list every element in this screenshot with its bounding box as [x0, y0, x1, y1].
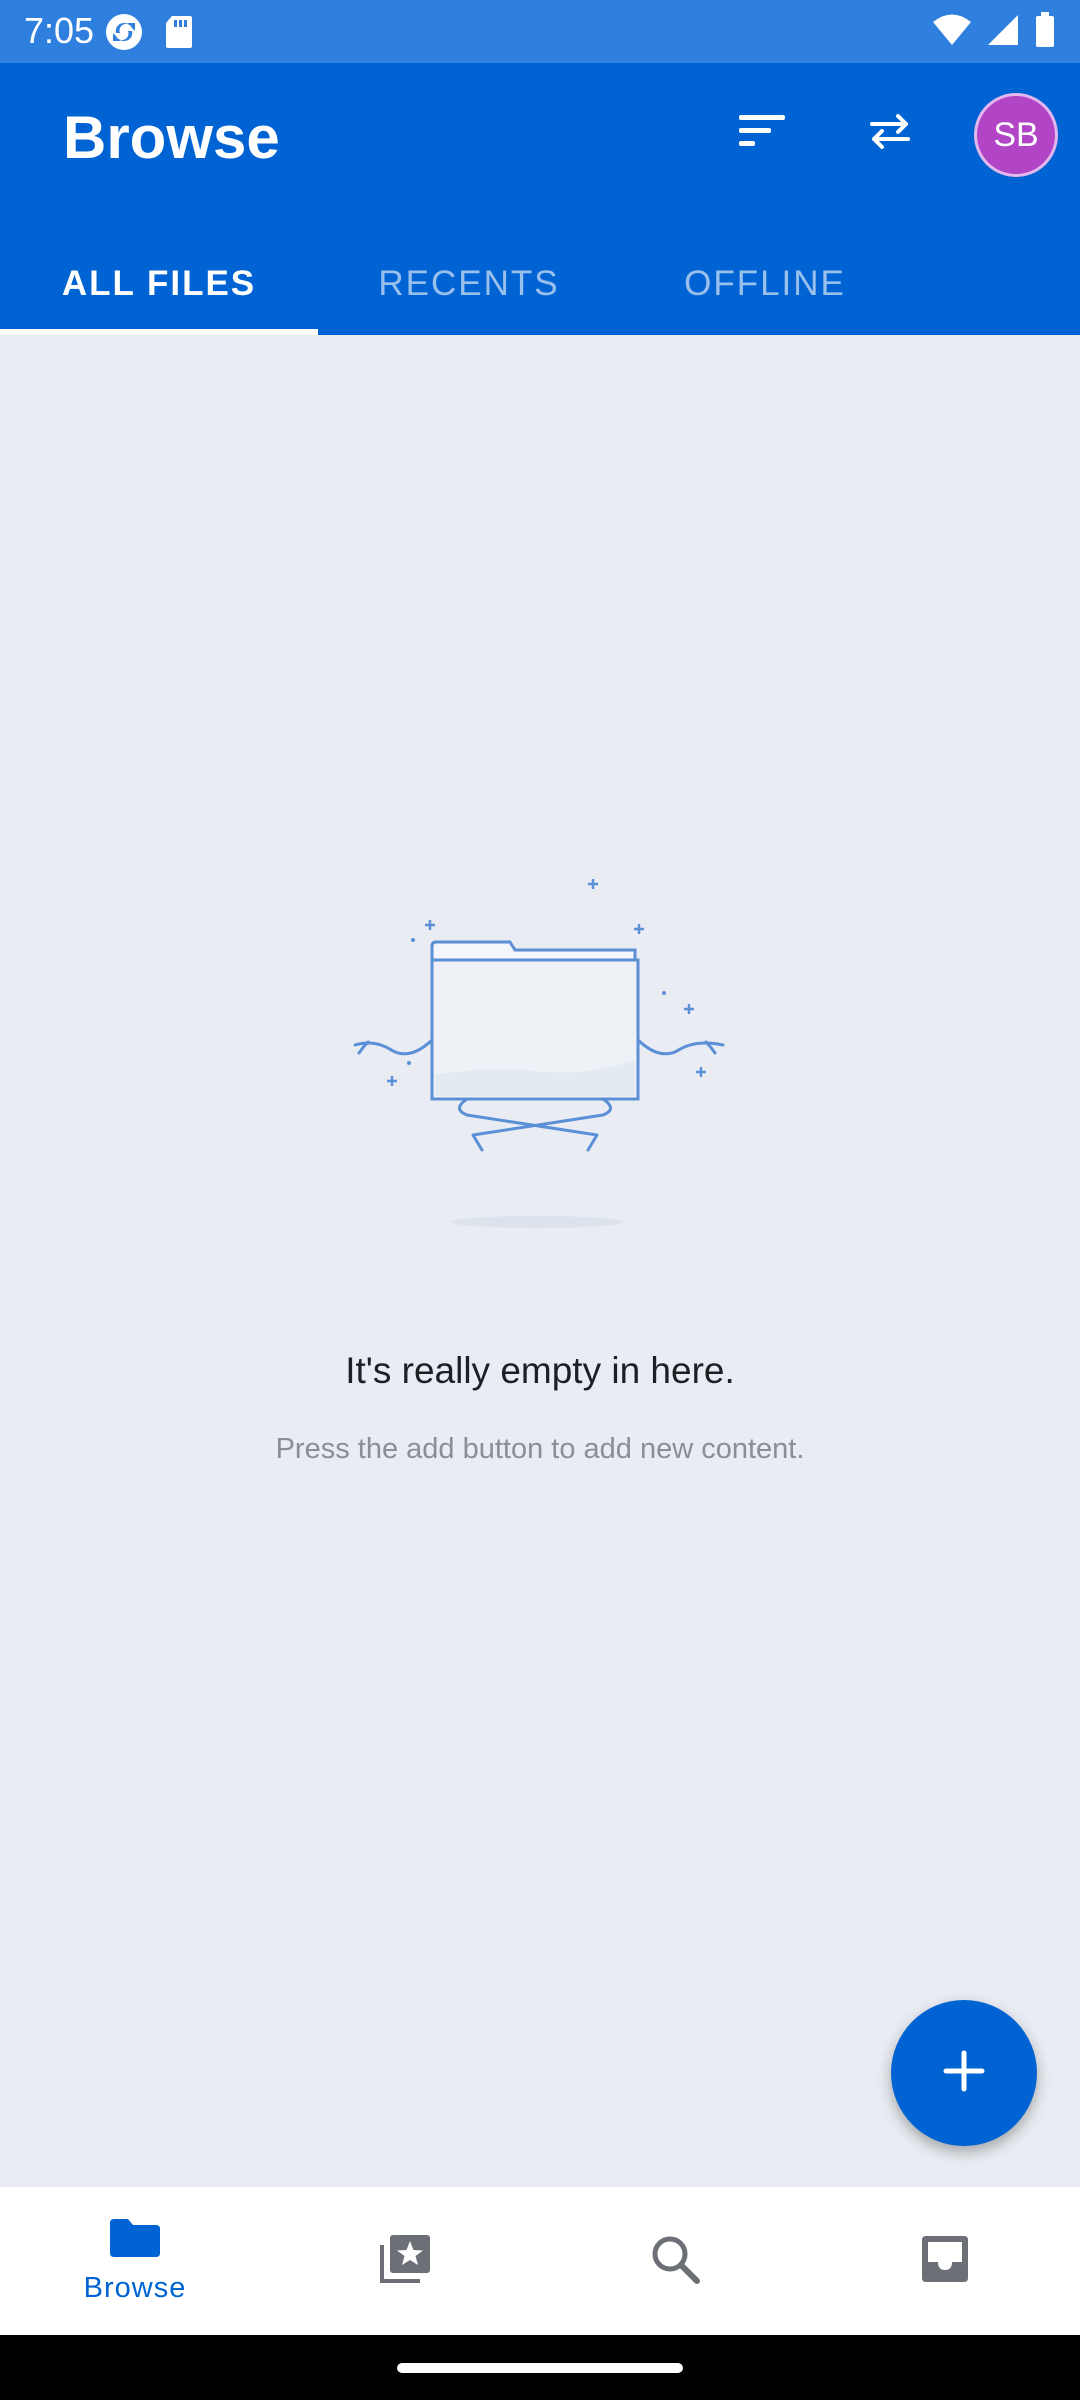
nav-inbox[interactable] — [810, 2187, 1080, 2335]
status-app-icons — [104, 12, 194, 57]
cellular-signal-icon — [986, 13, 1020, 52]
empty-state-title: It's really empty in here. — [345, 1350, 735, 1391]
tab-bar: ALL FILES RECENTS OFFLINE — [0, 233, 1080, 335]
sync-app-icon — [104, 12, 144, 57]
empty-folder-illustration — [345, 875, 735, 1255]
system-navigation-area — [0, 2335, 1080, 2400]
swap-arrows-icon — [868, 111, 912, 156]
battery-icon — [1034, 12, 1056, 53]
sort-icon — [737, 111, 789, 156]
tab-offline[interactable]: OFFLINE — [620, 233, 910, 335]
sort-button[interactable] — [723, 93, 803, 173]
file-list-area: It's really empty in here. Press the add… — [0, 335, 1080, 2187]
nav-photos[interactable] — [270, 2187, 540, 2335]
status-bar: 7:05 — [0, 0, 1080, 63]
transfers-button[interactable] — [850, 93, 930, 173]
status-time: 7:05 — [24, 10, 95, 51]
inbox-icon — [918, 2232, 972, 2291]
empty-state-subtitle: Press the add button to add new content. — [275, 1433, 805, 1465]
app-bar: Browse SB ALL FILES RECENTS OFFLINE — [0, 63, 1080, 335]
nav-search[interactable] — [540, 2187, 810, 2335]
home-gesture-bar[interactable] — [397, 2363, 683, 2373]
bottom-navigation: Browse — [0, 2187, 1080, 2335]
avatar[interactable]: SB — [974, 93, 1058, 177]
tab-all-files[interactable]: ALL FILES — [0, 233, 318, 335]
nav-browse[interactable]: Browse — [0, 2187, 270, 2335]
wifi-icon — [932, 13, 972, 52]
status-indicators — [932, 12, 1056, 53]
folder-icon — [108, 2217, 162, 2264]
tab-recents[interactable]: RECENTS — [318, 233, 620, 335]
plus-icon — [942, 2049, 986, 2098]
add-button[interactable] — [891, 2000, 1037, 2146]
sd-card-icon — [164, 14, 194, 55]
page-title: Browse — [63, 104, 280, 171]
nav-browse-label: Browse — [83, 2272, 187, 2304]
starred-photos-icon — [376, 2231, 434, 2292]
search-icon — [649, 2233, 701, 2290]
